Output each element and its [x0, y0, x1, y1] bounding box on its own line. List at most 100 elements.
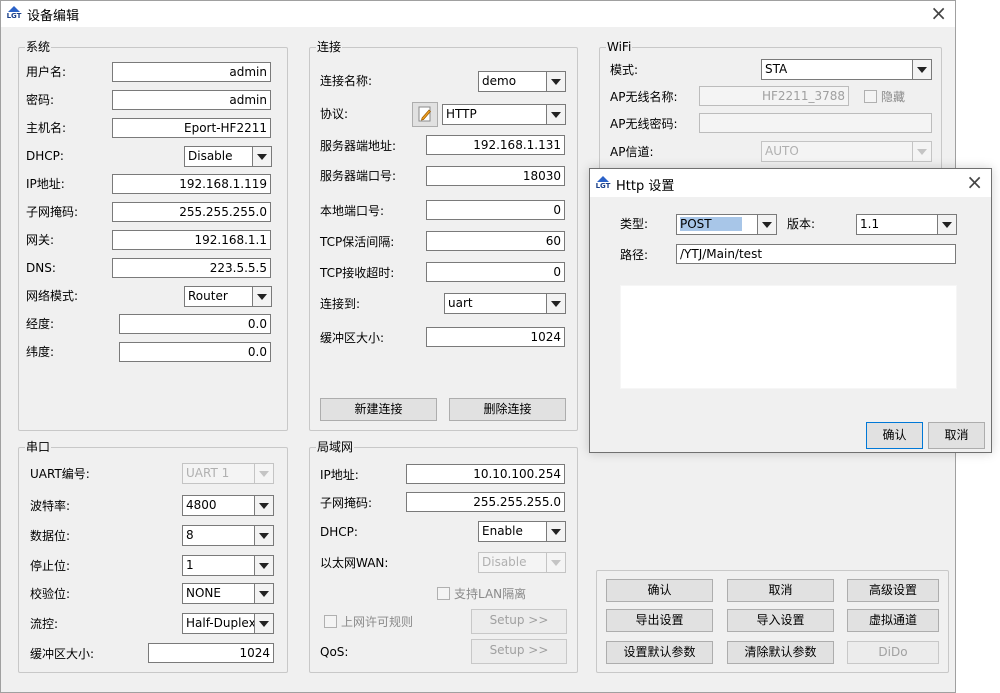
- http-type-select[interactable]: POST: [676, 214, 777, 235]
- dhcp-select[interactable]: Disable: [184, 146, 272, 167]
- flow-value: Half-Duplex: [186, 616, 256, 630]
- chevron-down-icon[interactable]: [254, 464, 273, 483]
- conn-buffer-label: 缓冲区大小:: [320, 331, 385, 345]
- http-path-field[interactable]: /YTJ/Main/test: [676, 244, 956, 264]
- close-icon[interactable]: ×: [966, 171, 983, 193]
- close-icon[interactable]: ×: [930, 2, 947, 24]
- internet-rule-setup-button[interactable]: Setup >>: [471, 609, 567, 634]
- chevron-down-icon[interactable]: [252, 287, 271, 306]
- stopbits-select[interactable]: 1: [182, 555, 274, 576]
- new-connection-button[interactable]: 新建连接: [320, 398, 437, 421]
- keepalive-label: TCP保活间隔:: [320, 235, 395, 249]
- protocol-value: HTTP: [446, 107, 477, 121]
- http-version-select[interactable]: 1.1: [856, 214, 957, 235]
- gateway-field[interactable]: 192.168.1.1: [112, 230, 271, 250]
- qos-setup-button[interactable]: Setup >>: [471, 639, 567, 664]
- timeout-field[interactable]: 0: [426, 262, 565, 282]
- chevron-down-icon[interactable]: [252, 147, 271, 166]
- connect-to-select[interactable]: uart: [444, 293, 566, 314]
- password-field[interactable]: admin: [112, 90, 271, 110]
- server-port-label: 服务器端口号:: [320, 169, 397, 183]
- chevron-down-icon[interactable]: [912, 60, 931, 79]
- chevron-down-icon[interactable]: [546, 522, 565, 541]
- username-field[interactable]: admin: [112, 62, 271, 82]
- http-cancel-button[interactable]: 取消: [928, 422, 985, 449]
- mask-field[interactable]: 255.255.255.0: [112, 202, 271, 222]
- chevron-down-icon[interactable]: [546, 105, 565, 124]
- lan-ip-field[interactable]: 10.10.100.254: [406, 464, 565, 484]
- lan-isolate-checkbox[interactable]: [437, 587, 450, 600]
- wifi-mode-select[interactable]: STA: [761, 59, 932, 80]
- baud-select[interactable]: 4800: [182, 495, 274, 516]
- chevron-down-icon[interactable]: [546, 553, 565, 572]
- export-settings-button[interactable]: 导出设置: [606, 609, 713, 632]
- pencil-icon: [418, 106, 431, 122]
- chevron-down-icon[interactable]: [546, 294, 565, 313]
- chevron-down-icon[interactable]: [937, 215, 956, 234]
- http-type-label: 类型:: [620, 217, 649, 231]
- hide-ssid-checkbox[interactable]: [864, 90, 877, 103]
- parity-select[interactable]: NONE: [182, 583, 274, 604]
- baud-value: 4800: [186, 498, 217, 512]
- local-port-field[interactable]: 0: [426, 200, 565, 220]
- chevron-down-icon[interactable]: [254, 496, 273, 515]
- hostname-label: 主机名:: [26, 121, 67, 135]
- dns-label: DNS:: [26, 261, 56, 275]
- ip-field[interactable]: 192.168.1.119: [112, 174, 271, 194]
- delete-connection-button[interactable]: 删除连接: [449, 398, 566, 421]
- gateway-label: 网关:: [26, 233, 55, 247]
- keepalive-field[interactable]: 60: [426, 231, 565, 251]
- connect-to-value: uart: [448, 296, 473, 310]
- http-ok-button[interactable]: 确认: [866, 422, 923, 449]
- ap-name-label: AP无线名称:: [610, 90, 678, 104]
- protocol-edit-button[interactable]: [412, 102, 438, 127]
- advanced-settings-button[interactable]: 高级设置: [847, 579, 939, 602]
- lan-dhcp-select[interactable]: Enable: [478, 521, 566, 542]
- system-group-title: 系统: [25, 40, 52, 54]
- netmode-select[interactable]: Router: [184, 286, 272, 307]
- http-headers-textarea[interactable]: [620, 285, 957, 389]
- databits-select[interactable]: 8: [182, 525, 274, 546]
- uart-select[interactable]: UART 1: [182, 463, 274, 484]
- wan-label: 以太网WAN:: [320, 556, 389, 570]
- server-addr-field[interactable]: 192.168.1.131: [426, 135, 565, 155]
- ap-name-field[interactable]: HF2211_3788: [699, 86, 849, 106]
- conn-name-select[interactable]: demo: [478, 71, 566, 92]
- lan-isolate-label: 支持LAN隔离: [454, 587, 527, 601]
- lan-group-title: 局域网: [316, 440, 355, 454]
- ok-button[interactable]: 确认: [606, 579, 713, 602]
- hostname-field[interactable]: Eport-HF2211: [112, 118, 271, 138]
- longitude-field[interactable]: 0.0: [119, 314, 271, 334]
- connection-group-title: 连接: [316, 40, 343, 54]
- virtual-channel-button[interactable]: 虚拟通道: [847, 609, 939, 632]
- dido-button[interactable]: DiDo: [847, 641, 939, 664]
- wifi-mode-label: 模式:: [610, 63, 639, 77]
- internet-rule-checkbox[interactable]: [324, 615, 337, 628]
- dns-field[interactable]: 223.5.5.5: [112, 258, 271, 278]
- serial-buffer-field[interactable]: 1024: [148, 643, 274, 663]
- import-settings-button[interactable]: 导入设置: [727, 609, 834, 632]
- server-port-field[interactable]: 18030: [426, 166, 565, 186]
- latitude-field[interactable]: 0.0: [119, 342, 271, 362]
- lan-mask-field[interactable]: 255.255.255.0: [406, 492, 565, 512]
- chevron-down-icon[interactable]: [254, 526, 273, 545]
- clear-default-button[interactable]: 清除默认参数: [727, 641, 834, 664]
- set-default-button[interactable]: 设置默认参数: [606, 641, 713, 664]
- chevron-down-icon[interactable]: [546, 72, 565, 91]
- ap-channel-select[interactable]: AUTO: [761, 141, 932, 162]
- conn-buffer-field[interactable]: 1024: [426, 327, 565, 347]
- chevron-down-icon[interactable]: [912, 142, 931, 161]
- wan-select[interactable]: Disable: [478, 552, 566, 573]
- chevron-down-icon[interactable]: [757, 215, 776, 234]
- cancel-button[interactable]: 取消: [727, 579, 834, 602]
- parity-value: NONE: [186, 586, 221, 600]
- protocol-select[interactable]: HTTP: [442, 104, 566, 125]
- chevron-down-icon[interactable]: [254, 556, 273, 575]
- ap-password-field[interactable]: [699, 113, 932, 133]
- flow-select[interactable]: Half-Duplex: [182, 613, 274, 634]
- chevron-down-icon[interactable]: [254, 614, 273, 633]
- chevron-down-icon[interactable]: [254, 584, 273, 603]
- netmode-label: 网络模式:: [26, 289, 79, 303]
- databits-label: 数据位:: [30, 529, 71, 543]
- http-version-value: 1.1: [860, 217, 880, 231]
